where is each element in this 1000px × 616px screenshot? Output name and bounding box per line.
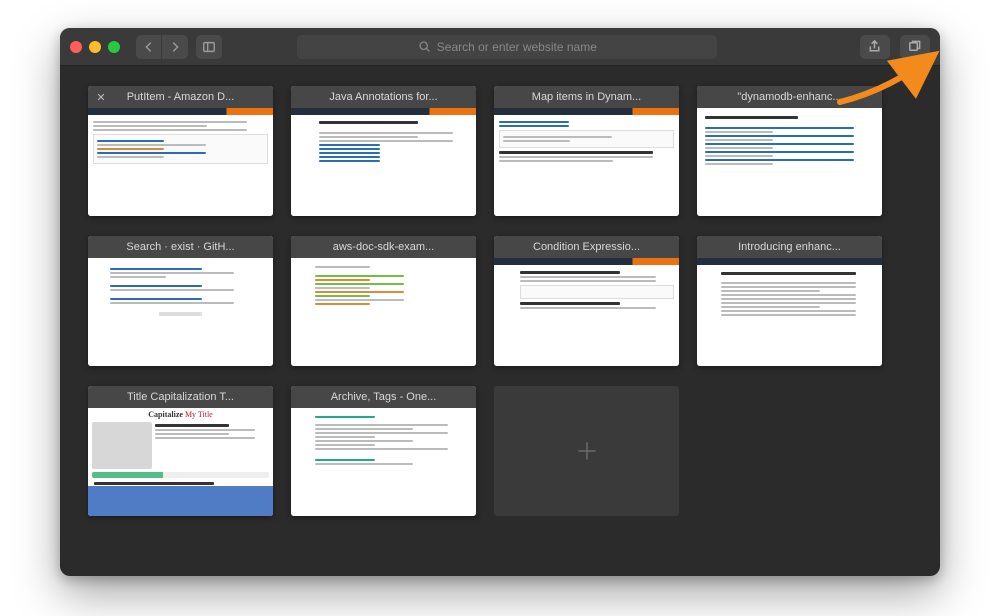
nav-back-forward xyxy=(136,35,188,59)
tab-thumbnail xyxy=(291,258,476,366)
tab-card[interactable]: Title Capitalization T... Capitalize My … xyxy=(88,386,273,516)
tab-header: ✕ PutItem - Amazon D... xyxy=(88,86,273,108)
tab-title: Title Capitalization T... xyxy=(127,391,234,403)
chevron-right-icon xyxy=(168,40,182,54)
tab-header: "dynamodb-enhanc... xyxy=(697,86,882,108)
toolbar: Search or enter website name xyxy=(60,28,940,66)
fullscreen-window-button[interactable] xyxy=(108,41,120,53)
tab-title: "dynamodb-enhanc... xyxy=(737,91,841,103)
sidebar-icon xyxy=(202,40,216,54)
tab-card[interactable]: Condition Expressio... xyxy=(494,236,679,366)
tab-thumbnail xyxy=(494,258,679,366)
tab-title: Search · exist · GitH... xyxy=(126,241,234,253)
tab-overview-grid: ✕ PutItem - Amazon D... Java Annotations xyxy=(60,66,940,536)
tab-header: Java Annotations for... xyxy=(291,86,476,108)
tab-thumbnail xyxy=(494,108,679,216)
tab-title: PutItem - Amazon D... xyxy=(127,91,235,103)
tab-header: Condition Expressio... xyxy=(494,236,679,258)
tab-thumbnail xyxy=(697,258,882,366)
minimize-window-button[interactable] xyxy=(89,41,101,53)
tab-title: Java Annotations for... xyxy=(329,91,437,103)
tab-header: Introducing enhanc... xyxy=(697,236,882,258)
tab-thumbnail xyxy=(291,108,476,216)
new-tab-button[interactable] xyxy=(494,386,679,516)
tab-title: aws-doc-sdk-exam... xyxy=(333,241,434,253)
tab-thumbnail xyxy=(291,408,476,516)
tab-card[interactable]: Introducing enhanc... xyxy=(697,236,882,366)
tab-card[interactable]: "dynamodb-enhanc... xyxy=(697,86,882,216)
tab-title: Map items in Dynam... xyxy=(532,91,641,103)
tab-card[interactable]: Archive, Tags - One... xyxy=(291,386,476,516)
tab-thumbnail xyxy=(88,108,273,216)
tab-title: Condition Expressio... xyxy=(533,241,640,253)
tab-card[interactable]: aws-doc-sdk-exam... xyxy=(291,236,476,366)
toolbar-right xyxy=(860,35,930,59)
address-bar[interactable]: Search or enter website name xyxy=(297,35,717,59)
tab-title: Introducing enhanc... xyxy=(738,241,841,253)
sidebar-toggle-button[interactable] xyxy=(196,35,222,59)
tab-header: Search · exist · GitH... xyxy=(88,236,273,258)
tabs-overview-icon xyxy=(907,39,922,54)
window-traffic-lights xyxy=(70,41,120,53)
close-tab-button[interactable]: ✕ xyxy=(94,90,108,104)
show-all-tabs-button[interactable] xyxy=(900,35,930,59)
tab-card[interactable]: Java Annotations for... xyxy=(291,86,476,216)
back-button[interactable] xyxy=(136,35,162,59)
tab-thumbnail: Capitalize My Title xyxy=(88,408,273,516)
tab-header: Archive, Tags - One... xyxy=(291,386,476,408)
tab-thumbnail xyxy=(88,258,273,366)
tab-title: Archive, Tags - One... xyxy=(331,391,437,403)
plus-icon xyxy=(574,438,600,464)
chevron-left-icon xyxy=(142,40,156,54)
tab-header: Map items in Dynam... xyxy=(494,86,679,108)
search-icon xyxy=(418,40,431,53)
tab-header: Title Capitalization T... xyxy=(88,386,273,408)
address-placeholder: Search or enter website name xyxy=(437,40,597,54)
tab-thumbnail xyxy=(697,108,882,216)
share-icon xyxy=(867,39,882,54)
tab-card[interactable]: Map items in Dynam... xyxy=(494,86,679,216)
close-window-button[interactable] xyxy=(70,41,82,53)
tab-card[interactable]: Search · exist · GitH... xyxy=(88,236,273,366)
tab-header: aws-doc-sdk-exam... xyxy=(291,236,476,258)
share-button[interactable] xyxy=(860,35,890,59)
tab-card[interactable]: ✕ PutItem - Amazon D... xyxy=(88,86,273,216)
browser-window: Search or enter website name ✕ PutItem -… xyxy=(60,28,940,576)
forward-button[interactable] xyxy=(162,35,188,59)
